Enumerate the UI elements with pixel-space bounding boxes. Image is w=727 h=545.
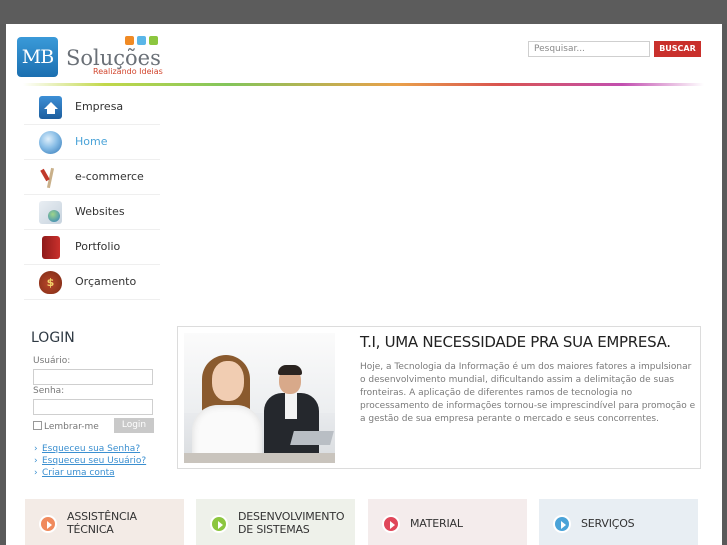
password-field[interactable] (33, 399, 153, 415)
feature-text: Hoje, a Tecnologia da Informação é um do… (360, 362, 696, 424)
header-divider (23, 83, 704, 86)
search-input[interactable] (528, 41, 650, 57)
card-assistencia-tecnica[interactable]: ASSISTÊNCIA TÉCNICA (25, 499, 184, 545)
remember-me-checkbox[interactable] (33, 421, 42, 430)
business-people-photo (184, 333, 335, 463)
card-servicos[interactable]: SERVIÇOS (539, 499, 698, 545)
forgot-username-link[interactable]: Esqueceu seu Usuário? (34, 455, 146, 467)
service-cards: ASSISTÊNCIA TÉCNICA DESENVOLVIMENTO DE S… (25, 499, 703, 545)
logo-squares-icon (125, 36, 159, 46)
photo-table (184, 453, 335, 463)
photo-man-hair (278, 365, 302, 375)
photo-man-shirt (285, 393, 297, 419)
arrow-right-icon (553, 515, 571, 533)
logo-tagline: Realizando Ideias (93, 67, 163, 76)
card-material[interactable]: MATERIAL (368, 499, 527, 545)
feature-box: T.I, UMA NECESSIDADE PRA SUA EMPRESA. Ho… (177, 326, 701, 469)
logo-mark: MB (17, 37, 58, 77)
websites-icon (39, 201, 62, 224)
nav-item-label: Empresa (75, 100, 124, 113)
username-field[interactable] (33, 369, 153, 385)
logo-square-green (149, 36, 158, 45)
nav-item-label: Portfolio (75, 240, 121, 253)
create-account-link[interactable]: Criar uma conta (34, 467, 146, 479)
card-label-line2: TÉCNICA (67, 523, 114, 536)
ecommerce-icon (39, 166, 62, 189)
card-label-line2: DE SISTEMAS (238, 523, 310, 536)
page: MB Soluções Realizando Ideias BUSCAR Emp… (6, 24, 722, 545)
nav-item-home[interactable]: Home (24, 125, 160, 160)
site-logo[interactable]: MB Soluções Realizando Ideias (17, 36, 163, 79)
password-label: Senha: (33, 386, 65, 396)
card-label-line1: MATERIAL (410, 517, 463, 530)
remember-me-label: Lembrar-me (44, 422, 99, 432)
nav-item-empresa[interactable]: Empresa (24, 90, 160, 125)
feature-title: T.I, UMA NECESSIDADE PRA SUA EMPRESA. (360, 333, 671, 351)
portfolio-icon (42, 236, 60, 259)
nav-item-label: Home (75, 135, 108, 148)
card-label-line1: SERVIÇOS (581, 517, 635, 530)
home-icon (39, 96, 62, 119)
card-label-line1: ASSISTÊNCIA (67, 510, 137, 523)
globe-icon (39, 131, 62, 154)
photo-woman-face (212, 361, 244, 401)
remember-me: Lembrar-me (33, 421, 99, 432)
card-desenvolvimento-de-sistemas[interactable]: DESENVOLVIMENTO DE SISTEMAS (196, 499, 355, 545)
nav-item-label: Websites (75, 205, 125, 218)
nav-item-label: Orçamento (75, 275, 137, 288)
money-bag-icon (39, 271, 62, 294)
nav-item-ecommerce[interactable]: e-commerce (24, 160, 160, 195)
sidebar-nav: Empresa Home e-commerce Websites Portfol… (24, 90, 160, 300)
logo-square-orange (125, 36, 134, 45)
card-label-line1: DESENVOLVIMENTO (238, 510, 345, 523)
arrow-right-icon (39, 515, 57, 533)
login-button[interactable]: Login (114, 418, 154, 433)
login-title: LOGIN (31, 330, 75, 346)
nav-item-portfolio[interactable]: Portfolio (24, 230, 160, 265)
forgot-password-link[interactable]: Esqueceu sua Senha? (34, 443, 146, 455)
arrow-right-icon (210, 515, 228, 533)
nav-item-websites[interactable]: Websites (24, 195, 160, 230)
search-button[interactable]: BUSCAR (654, 41, 701, 57)
arrow-right-icon (382, 515, 400, 533)
nav-item-label: e-commerce (75, 170, 144, 183)
username-label: Usuário: (33, 356, 71, 366)
nav-item-orcamento[interactable]: Orçamento (24, 265, 160, 300)
login-links: Esqueceu sua Senha? Esqueceu seu Usuário… (34, 443, 146, 479)
browser-top-bar (0, 0, 727, 24)
login-panel: LOGIN Usuário: Senha: Lembrar-me Login E… (31, 330, 161, 478)
photo-laptop (290, 431, 334, 445)
logo-square-blue (137, 36, 146, 45)
